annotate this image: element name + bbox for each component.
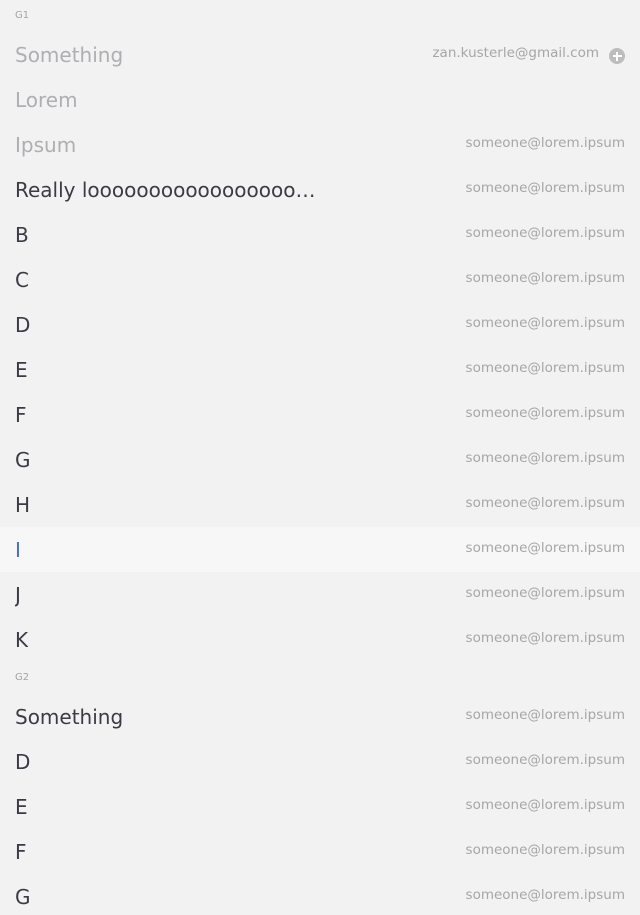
item-name: I: [15, 538, 21, 562]
item-email: someone@lorem.ipsum: [465, 315, 625, 331]
list-item-selected[interactable]: I someone@lorem.ipsum: [0, 527, 640, 572]
list-item[interactable]: G someone@lorem.ipsum: [0, 437, 640, 482]
item-name: B: [15, 223, 29, 247]
item-name: Something: [15, 705, 124, 729]
item-name: H: [15, 493, 31, 517]
item-email: someone@lorem.ipsum: [465, 495, 625, 511]
group-header-g1: G1: [15, 10, 30, 21]
item-email: someone@lorem.ipsum: [465, 270, 625, 286]
list-item[interactable]: G someone@lorem.ipsum: [0, 874, 640, 915]
item-name: E: [15, 795, 28, 819]
item-email: someone@lorem.ipsum: [465, 707, 625, 723]
group-header-g2: G2: [15, 672, 30, 683]
item-email: zan.kusterle@gmail.com: [432, 45, 599, 61]
item-name: Ipsum: [15, 133, 77, 157]
item-email: someone@lorem.ipsum: [465, 630, 625, 646]
item-email: someone@lorem.ipsum: [465, 360, 625, 376]
item-email: someone@lorem.ipsum: [465, 450, 625, 466]
list-item[interactable]: E someone@lorem.ipsum: [0, 347, 640, 392]
list-item[interactable]: D someone@lorem.ipsum: [0, 739, 640, 784]
list-item[interactable]: Something someone@lorem.ipsum: [0, 694, 640, 739]
item-name: Something: [15, 43, 124, 67]
list-item[interactable]: C someone@lorem.ipsum: [0, 257, 640, 302]
item-email: someone@lorem.ipsum: [465, 752, 625, 768]
list-item[interactable]: F someone@lorem.ipsum: [0, 829, 640, 874]
item-name: E: [15, 358, 28, 382]
item-name: K: [15, 628, 29, 652]
contact-list: G1 Something zan.kusterle@gmail.com Lore…: [0, 0, 640, 915]
item-email: someone@lorem.ipsum: [465, 405, 625, 421]
item-email: someone@lorem.ipsum: [465, 887, 625, 903]
item-email: someone@lorem.ipsum: [465, 225, 625, 241]
list-item[interactable]: K someone@lorem.ipsum: [0, 617, 640, 662]
item-email: someone@lorem.ipsum: [465, 797, 625, 813]
item-name: G: [15, 448, 31, 472]
list-item[interactable]: Ipsum someone@lorem.ipsum: [0, 122, 640, 167]
list-item[interactable]: Lorem: [0, 77, 640, 122]
item-email: someone@lorem.ipsum: [465, 842, 625, 858]
item-name: F: [15, 840, 27, 864]
list-item[interactable]: D someone@lorem.ipsum: [0, 302, 640, 347]
list-item[interactable]: F someone@lorem.ipsum: [0, 392, 640, 437]
item-name: F: [15, 403, 27, 427]
item-email: someone@lorem.ipsum: [465, 585, 625, 601]
item-email: someone@lorem.ipsum: [465, 180, 625, 196]
list-item[interactable]: B someone@lorem.ipsum: [0, 212, 640, 257]
item-email: someone@lorem.ipsum: [465, 540, 625, 556]
item-name: C: [15, 268, 29, 292]
list-item[interactable]: Something zan.kusterle@gmail.com: [0, 32, 640, 77]
list-item[interactable]: H someone@lorem.ipsum: [0, 482, 640, 527]
list-item[interactable]: E someone@lorem.ipsum: [0, 784, 640, 829]
item-name: Lorem: [15, 88, 78, 112]
item-name: Really loooooooooooooooooooooooooooooooo…: [15, 178, 325, 202]
item-name: D: [15, 313, 31, 337]
item-email: someone@lorem.ipsum: [465, 135, 625, 151]
list-item[interactable]: Really loooooooooooooooooooooooooooooooo…: [0, 167, 640, 212]
item-name: G: [15, 885, 31, 909]
item-name: J: [15, 583, 21, 607]
list-item[interactable]: J someone@lorem.ipsum: [0, 572, 640, 617]
add-circle-icon[interactable]: [609, 48, 625, 64]
item-name: D: [15, 750, 31, 774]
